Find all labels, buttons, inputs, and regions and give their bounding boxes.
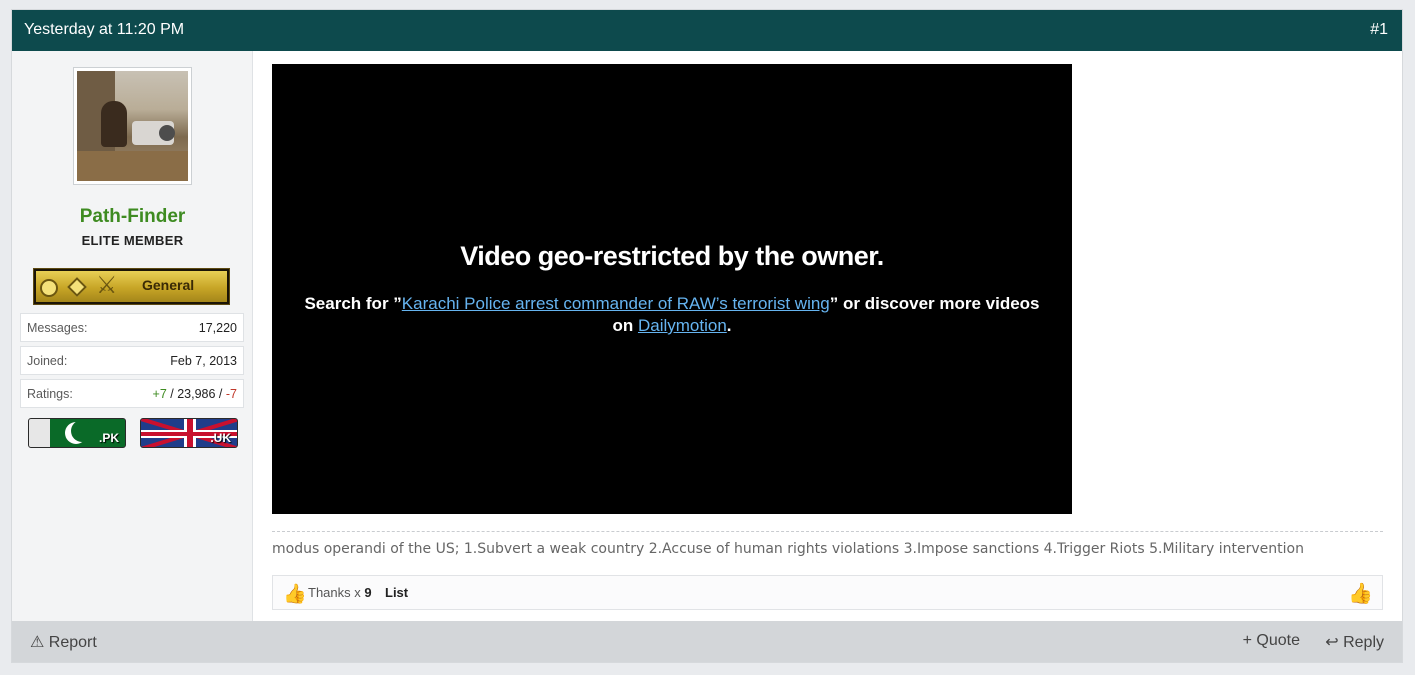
stat-value: Feb 7, 2013 — [170, 354, 237, 368]
ratings-neutral: 23,986 — [177, 387, 216, 401]
user-sidebar: Path-Finder ELITE MEMBER ⚔ General Messa… — [12, 51, 253, 621]
flag-uk: .UK — [140, 418, 238, 448]
report-button[interactable]: ⚠ Report — [30, 632, 97, 652]
star-icon — [40, 279, 58, 297]
flag-pakistan: .PK — [28, 418, 126, 448]
likes-list-link[interactable]: List — [385, 585, 408, 600]
warning-icon: ⚠ — [30, 634, 45, 651]
flag-code: .UK — [210, 431, 231, 445]
thanks-count: Thanks x 9 — [308, 585, 372, 600]
post-footer: ⚠ Report + Quote ↩ Reply — [12, 621, 1402, 662]
content-divider — [272, 531, 1383, 532]
like-button-icon[interactable]: 👍 — [1348, 581, 1373, 606]
user-title: ELITE MEMBER — [81, 233, 184, 248]
reply-button[interactable]: ↩ Reply — [1325, 632, 1384, 652]
video-restricted-title: Video geo-restricted by the owner. — [460, 241, 884, 271]
diamond-icon — [67, 277, 87, 297]
rank-banner: ⚔ General — [33, 268, 230, 305]
stat-joined: Joined: Feb 7, 2013 — [20, 346, 244, 375]
flag-code: .PK — [98, 431, 119, 445]
ratings-negative: -7 — [225, 387, 237, 401]
stat-ratings: Ratings: +7 / 23,986 / -7 — [20, 379, 244, 408]
rank-label: General — [142, 277, 195, 293]
ratings-positive: +7 — [152, 387, 167, 401]
username[interactable]: Path-Finder — [12, 206, 253, 228]
video-restricted-message: Search for ”Karachi Police arrest comman… — [304, 294, 1040, 335]
video-embed[interactable]: Video geo-restricted by the owner. Searc… — [272, 64, 1072, 514]
stat-messages: Messages: 17,220 — [20, 313, 244, 342]
post-header: Yesterday at 11:20 PM #1 — [12, 10, 1402, 51]
forum-post: Yesterday at 11:20 PM #1 Path-Finder ELI… — [11, 9, 1403, 663]
crossed-swords-icon: ⚔ — [96, 271, 118, 299]
stat-label: Messages: — [27, 321, 88, 335]
post-permalink[interactable]: #1 — [1370, 21, 1388, 39]
quote-button[interactable]: + Quote — [1243, 632, 1300, 650]
stat-value: 17,220 — [198, 321, 237, 335]
reply-icon: ↩ — [1325, 634, 1339, 651]
dailymotion-link[interactable]: Dailymotion — [638, 316, 727, 335]
avatar-image — [77, 71, 188, 181]
post-timestamp[interactable]: Yesterday at 11:20 PM — [24, 21, 184, 39]
stat-label: Joined: — [27, 354, 68, 368]
post-message: modus operandi of the US; 1.Subvert a we… — [272, 541, 1304, 557]
thumbs-up-icon: 👍 — [283, 584, 307, 605]
likes-bar: 👍 Thanks x 9 List 👍 — [272, 575, 1383, 610]
stat-label: Ratings: — [27, 387, 73, 401]
video-search-link[interactable]: Karachi Police arrest commander of RAW’s… — [402, 294, 830, 313]
avatar[interactable] — [73, 67, 192, 185]
ratings-value: +7 / 23,986 / -7 — [152, 387, 237, 401]
